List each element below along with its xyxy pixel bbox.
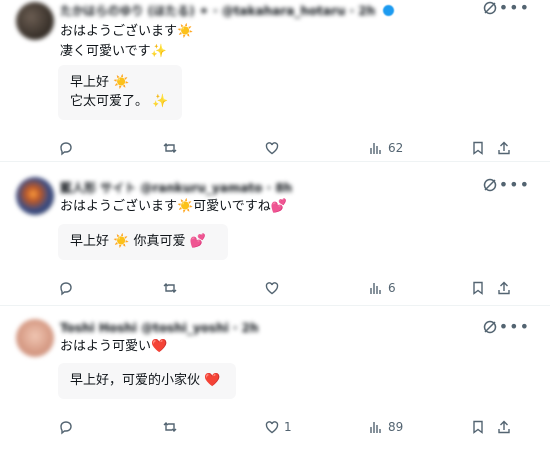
bookmark-button[interactable] — [470, 417, 486, 437]
tweet-text-line: おはようございます☀️可愛いですね💕 — [60, 199, 287, 214]
retweet-button[interactable] — [162, 417, 178, 437]
tweet-header: たかはらのゆり (ほたる) ✦ · @takahara_hotaru · 2h — [60, 2, 400, 18]
tweet-text: おはよう可愛い❤️ — [60, 337, 167, 357]
action-bar: 1 89 — [0, 417, 550, 437]
like-button[interactable] — [264, 278, 280, 298]
views-button[interactable]: 89 — [368, 417, 403, 437]
retweet-icon — [163, 143, 177, 153]
reply-icon — [60, 282, 72, 296]
share-button[interactable] — [496, 138, 512, 158]
like-icon — [265, 421, 279, 434]
more-icon[interactable]: ••• — [499, 175, 530, 194]
avatar[interactable] — [16, 177, 54, 215]
like-button[interactable] — [264, 138, 280, 158]
reply-button[interactable] — [58, 138, 74, 158]
author-name-blurred[interactable]: Toshi Hoshi @toshi_yoshi · 2h — [60, 321, 259, 335]
tweet-text-line: 凄く可愛いです✨ — [60, 44, 167, 59]
bookmark-icon — [473, 141, 483, 155]
tweet-text-line: おはよう可愛い❤️ — [60, 339, 168, 354]
reply-icon — [60, 421, 72, 435]
views-icon — [370, 143, 381, 154]
translation-line: 早上好 ☀️ — [70, 75, 130, 90]
tweet-text: おはようございます☀️ 凄く可愛いです✨ — [60, 22, 193, 62]
reply-button[interactable] — [58, 417, 74, 437]
translation-box: 早上好，可爱的小家伙 ❤️ — [58, 363, 236, 399]
reply-feed: たかはらのゆり (ほたる) ✦ · @takahara_hotaru · 2h … — [0, 0, 550, 450]
translation-line: 早上好，可爱的小家伙 ❤️ — [70, 373, 221, 388]
avatar[interactable] — [16, 2, 54, 40]
translation-box: 早上好 ☀️ 它太可爱了。 ✨ — [58, 65, 182, 120]
bookmark-icon — [473, 420, 483, 434]
translation-box: 早上好 ☀️ 你真可爱 💕 — [58, 224, 228, 260]
views-count: 62 — [388, 141, 404, 155]
author-name-blurred[interactable]: 藍人形 サイト @rankuru_yamato · 8h — [60, 179, 292, 196]
views-icon — [370, 283, 381, 294]
reply-tweet[interactable]: 藍人形 サイト @rankuru_yamato · 8h ••• おはようござい… — [0, 163, 550, 306]
grok-icon[interactable] — [482, 177, 498, 197]
grok-icon[interactable] — [482, 319, 498, 339]
reply-tweet[interactable]: たかはらのゆり (ほたる) ✦ · @takahara_hotaru · 2h … — [0, 0, 550, 162]
translation-line: 它太可爱了。 ✨ — [70, 94, 169, 109]
retweet-button[interactable] — [162, 278, 178, 298]
avatar[interactable] — [16, 319, 54, 357]
reply-button[interactable] — [58, 278, 74, 298]
retweet-icon — [163, 283, 177, 293]
grok-icon[interactable] — [482, 0, 498, 20]
retweet-icon — [163, 422, 177, 432]
retweet-button[interactable] — [162, 138, 178, 158]
views-button[interactable]: 62 — [368, 138, 403, 158]
action-bar: 62 — [0, 138, 550, 158]
translation-line: 早上好 ☀️ 你真可爱 💕 — [70, 234, 206, 249]
tweet-text-line: おはようございます☀️ — [60, 24, 194, 39]
tweet-header: Toshi Hoshi @toshi_yoshi · 2h — [60, 320, 265, 336]
bookmark-button[interactable] — [470, 278, 486, 298]
tweet-text: おはようございます☀️可愛いですね💕 — [60, 197, 287, 217]
like-button[interactable]: 1 — [264, 417, 292, 437]
tweet-header: 藍人形 サイト @rankuru_yamato · 8h — [60, 179, 298, 195]
action-bar: 6 — [0, 278, 550, 298]
more-icon[interactable]: ••• — [499, 317, 530, 336]
like-icon — [265, 142, 279, 155]
like-count: 1 — [284, 420, 292, 434]
views-count: 89 — [388, 420, 404, 434]
views-icon — [370, 422, 381, 433]
reply-icon — [60, 142, 72, 156]
bookmark-icon — [473, 281, 483, 295]
verified-badge-icon — [383, 4, 395, 16]
views-button[interactable]: 6 — [368, 278, 396, 298]
author-name-blurred[interactable]: たかはらのゆり (ほたる) ✦ · @takahara_hotaru · 2h — [60, 2, 375, 19]
share-button[interactable] — [496, 278, 512, 298]
like-icon — [265, 282, 279, 295]
more-icon[interactable]: ••• — [499, 0, 530, 17]
views-count: 6 — [388, 281, 396, 295]
share-icon — [498, 420, 510, 434]
share-button[interactable] — [496, 417, 512, 437]
share-icon — [498, 281, 510, 295]
reply-tweet[interactable]: Toshi Hoshi @toshi_yoshi · 2h ••• おはよう可愛… — [0, 307, 550, 450]
share-icon — [498, 141, 510, 155]
bookmark-button[interactable] — [470, 138, 486, 158]
